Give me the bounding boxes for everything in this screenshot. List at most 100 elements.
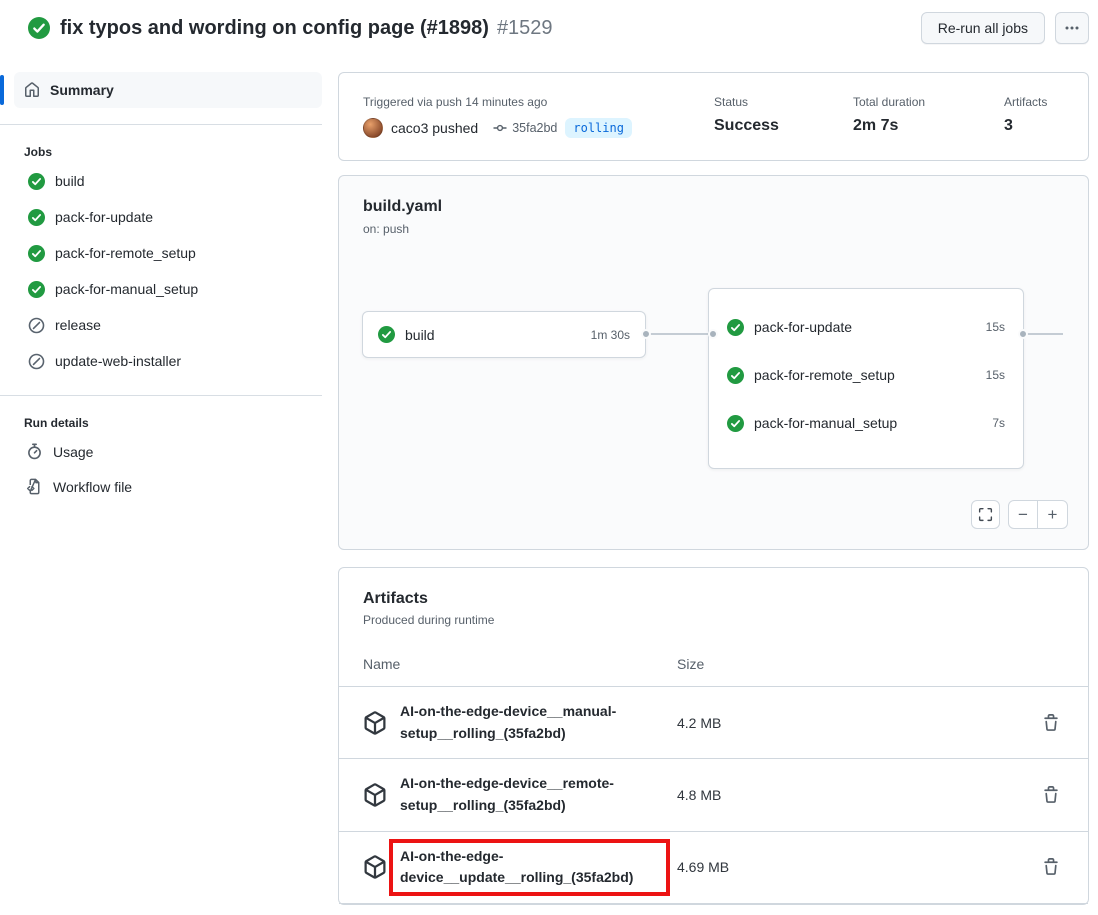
branch-badge[interactable]: rolling [565,118,632,138]
artifact-name[interactable]: AI-on-the-edge-device__remote-setup__rol… [400,773,666,816]
page-title: fix typos and wording on config page (#1… [60,17,489,40]
duration-value: 2m 7s [853,117,1004,135]
package-icon [363,855,387,879]
sidebar-item-workflow-file[interactable]: Workflow file [0,469,338,504]
graph-job-group: pack-for-update 15s pack-for-remote_setu… [708,288,1024,469]
success-check-icon [727,415,744,432]
run-details-heading: Run details [24,416,338,430]
job-label: build [55,173,85,189]
sidebar-job-build[interactable]: build [0,163,338,199]
job-label: pack-for-manual_setup [55,281,198,297]
sidebar-job-pack-for-update[interactable]: pack-for-update [0,199,338,235]
status-label: Status [714,95,853,109]
delete-artifact-button[interactable] [1042,786,1060,804]
sidebar-item-summary[interactable]: Summary [14,72,322,108]
success-check-icon [28,245,45,262]
duration-column: Total duration 2m 7s [853,95,1004,138]
trigger-text: Triggered via push 14 minutes ago [363,95,714,109]
commit-icon [492,120,508,136]
more-options-button[interactable] [1055,12,1089,44]
connector-dot [1018,329,1028,339]
artifacts-card: Artifacts Produced during runtime Name S… [338,567,1089,905]
sidebar-job-pack-for-manual-setup[interactable]: pack-for-manual_setup [0,271,338,307]
job-label: release [55,317,101,333]
job-label: pack-for-remote_setup [55,245,196,261]
run-sidebar: Summary Jobs build pack-for-update pack-… [0,52,338,504]
graph-job-name: pack-for-remote_setup [754,367,986,383]
actor-pushed-text[interactable]: caco3 pushed [391,120,478,136]
artifacts-subtitle: Produced during runtime [339,608,1088,627]
artifact-size: 4.8 MB [677,787,721,803]
fullscreen-button[interactable] [971,500,1000,529]
divider [0,124,322,125]
run-number: #1529 [497,17,553,40]
usage-label: Usage [53,444,93,460]
duration-label: Total duration [853,95,1004,109]
artifact-name[interactable]: AI-on-the-edge-device__update__rolling_(… [389,839,670,896]
graph-job-name: pack-for-manual_setup [754,415,992,431]
job-label: pack-for-update [55,209,153,225]
artifacts-column: Artifacts 3 [1004,95,1064,138]
delete-artifact-button[interactable] [1042,714,1060,732]
artifact-name[interactable]: AI-on-the-edge-device__manual-setup__rol… [400,701,666,744]
artifact-row: AI-on-the-edge-device__remote-setup__rol… [339,759,1088,831]
status-column: Status Success [714,95,853,138]
connector-dot [708,329,718,339]
skipped-icon [28,317,45,334]
sidebar-job-update-web-installer[interactable]: update-web-installer [0,343,338,379]
commit-sha[interactable]: 35fa2bd [512,121,557,135]
delete-artifact-button[interactable] [1042,858,1060,876]
artifact-size: 4.2 MB [677,715,721,731]
fullscreen-icon [978,507,993,522]
success-check-icon [28,281,45,298]
job-label: update-web-installer [55,353,181,369]
artifacts-count-label: Artifacts [1004,95,1064,109]
artifacts-title: Artifacts [339,590,1088,608]
artifacts-count-value: 3 [1004,117,1064,135]
success-check-icon [727,367,744,384]
home-icon [24,82,40,98]
name-column-header: Name [339,656,677,672]
workflow-file-name: build.yaml [339,176,1088,216]
graph-job-duration: 15s [986,320,1005,334]
sidebar-job-release[interactable]: release [0,307,338,343]
graph-node-build[interactable]: build 1m 30s [362,311,646,358]
run-header: fix typos and wording on config page (#1… [0,0,1098,52]
sidebar-item-usage[interactable]: Usage [0,434,338,469]
success-check-icon [28,17,50,39]
graph-job-duration: 7s [992,416,1005,430]
success-check-icon [28,173,45,190]
graph-node-pack-for-manual-setup[interactable]: pack-for-manual_setup 7s [709,399,1023,447]
success-check-icon [727,319,744,336]
zoom-control: − + [1008,500,1068,529]
sidebar-job-pack-for-remote-setup[interactable]: pack-for-remote_setup [0,235,338,271]
graph-job-duration: 1m 30s [591,328,630,342]
graph-job-name: build [405,327,591,343]
avatar[interactable] [363,118,383,138]
success-check-icon [378,326,395,343]
connector-line [642,333,718,335]
graph-node-pack-for-remote-setup[interactable]: pack-for-remote_setup 15s [709,351,1023,399]
success-check-icon [28,209,45,226]
skipped-icon [28,353,45,370]
workflow-trigger: on: push [339,216,1088,236]
jobs-heading: Jobs [24,145,338,159]
graph-node-pack-for-update[interactable]: pack-for-update 15s [709,303,1023,351]
graph-job-name: pack-for-update [754,319,986,335]
size-column-header: Size [677,656,1026,672]
zoom-out-button[interactable]: − [1009,501,1038,528]
stopwatch-icon [26,443,43,460]
sidebar-summary-label: Summary [50,82,114,98]
code-file-icon [26,478,43,495]
graph-job-duration: 15s [986,368,1005,382]
workflow-file-label: Workflow file [53,479,132,495]
selected-indicator [0,75,4,105]
package-icon [363,783,387,807]
run-summary-card: Triggered via push 14 minutes ago caco3 … [338,72,1089,161]
artifact-size: 4.69 MB [677,859,729,875]
package-icon [363,711,387,735]
rerun-all-jobs-button[interactable]: Re-run all jobs [921,12,1045,44]
zoom-in-button[interactable]: + [1038,501,1067,528]
artifact-row-highlighted: AI-on-the-edge-device__update__rolling_(… [339,832,1088,904]
status-value: Success [714,117,853,135]
